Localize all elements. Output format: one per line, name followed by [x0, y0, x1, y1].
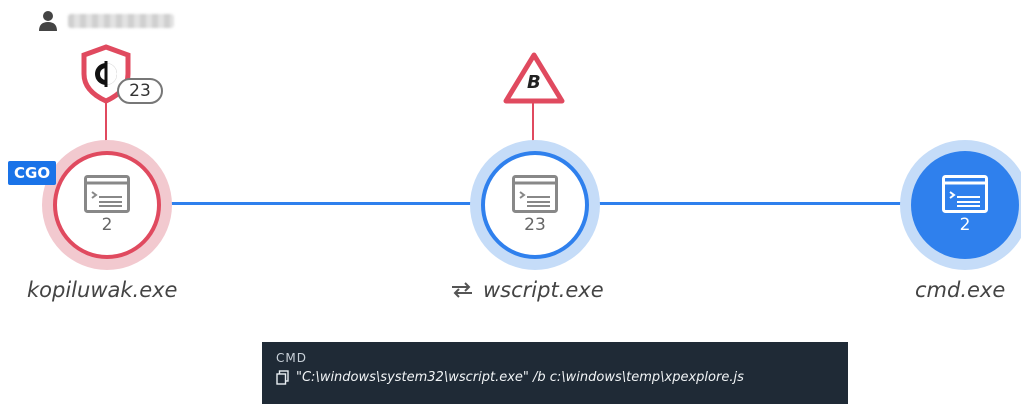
process-window-icon	[84, 175, 130, 213]
user-header	[38, 10, 174, 32]
process-label-wscript: wscript.exe	[483, 278, 604, 302]
cgo-badge: CGO	[8, 161, 57, 185]
process-window-icon	[942, 175, 988, 213]
process-node-wscript[interactable]: 23	[470, 140, 600, 270]
process-child-count: 2	[959, 215, 971, 235]
copy-icon[interactable]	[276, 370, 289, 385]
alert-count-badge[interactable]: 23	[117, 78, 163, 104]
process-label-kopiluwak[interactable]: kopiluwak.exe	[27, 278, 177, 302]
command-line: "C:\windows\system32\wscript.exe" /b c:\…	[276, 370, 834, 385]
behavior-alert-letter: B	[527, 72, 541, 93]
redacted-user-name	[68, 14, 174, 28]
process-label-cmd[interactable]: cmd.exe	[915, 278, 1005, 302]
command-panel-title: CMD	[276, 351, 307, 365]
command-line-panel: CMD "C:\windows\system32\wscript.exe" /b…	[262, 342, 848, 404]
process-edge-1	[160, 202, 480, 205]
process-edge-2	[590, 202, 912, 205]
process-child-count: 2	[101, 215, 113, 235]
process-node-kopiluwak[interactable]: 2	[42, 140, 172, 270]
process-child-count: 23	[524, 215, 546, 235]
process-node-cmd[interactable]: 2	[900, 140, 1021, 270]
behavior-alert[interactable]: B	[503, 52, 565, 109]
swap-arrows-icon	[452, 282, 472, 298]
user-icon	[39, 11, 57, 31]
process-window-icon	[512, 175, 558, 213]
process-label-wscript-wrap[interactable]: wscript.exe	[449, 278, 604, 302]
command-line-text: "C:\windows\system32\wscript.exe" /b c:\…	[296, 370, 744, 385]
